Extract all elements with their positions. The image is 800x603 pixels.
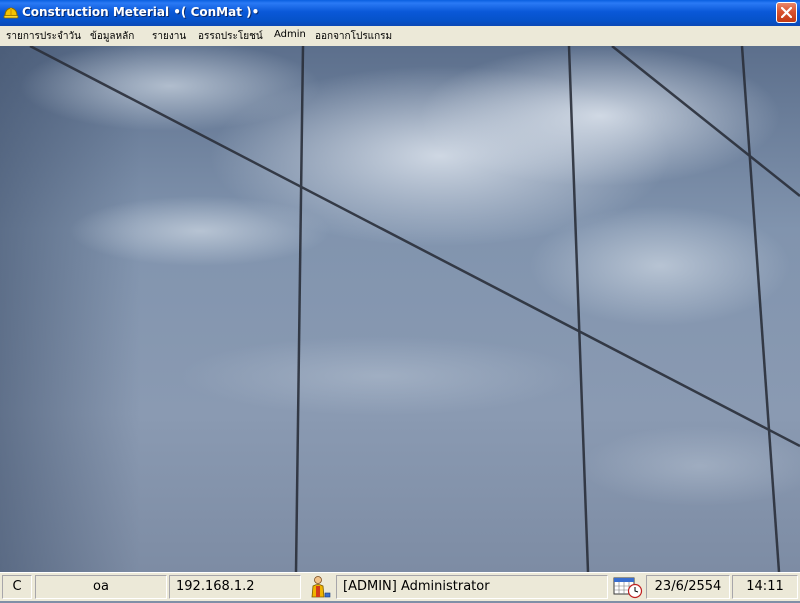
title-bar[interactable]: Construction Meterial •( ConMat )• — [0, 0, 800, 26]
user-icon — [306, 575, 332, 599]
background-image — [0, 46, 800, 572]
menu-utilities[interactable]: อรรถประโยชน์ — [198, 29, 263, 44]
menu-reports[interactable]: รายงาน — [152, 29, 186, 44]
menu-daily-transactions[interactable]: รายการประจำวัน — [6, 29, 81, 44]
status-database: oa — [35, 575, 167, 599]
status-user: [ADMIN] Administrator — [336, 575, 608, 599]
status-drive: C — [2, 575, 32, 599]
window-title: Construction Meterial •( ConMat )• — [22, 5, 260, 19]
menu-exit-program[interactable]: ออกจากโปรแกรม — [315, 29, 392, 44]
calendar-clock-icon — [612, 575, 644, 599]
close-icon — [781, 7, 792, 18]
status-bar: C oa 192.168.1.2 [ADMIN] Administrator 2… — [0, 572, 800, 601]
status-time: 14:11 — [732, 575, 798, 599]
menu-bar: รายการประจำวัน ข้อมูลหลัก รายงาน อรรถประ… — [0, 26, 800, 47]
close-button[interactable] — [776, 2, 797, 23]
menu-admin[interactable]: Admin — [274, 29, 306, 40]
menu-master-data[interactable]: ข้อมูลหลัก — [90, 29, 134, 44]
hard-hat-icon — [3, 5, 19, 21]
status-ip-address: 192.168.1.2 — [169, 575, 301, 599]
status-date: 23/6/2554 — [646, 575, 730, 599]
